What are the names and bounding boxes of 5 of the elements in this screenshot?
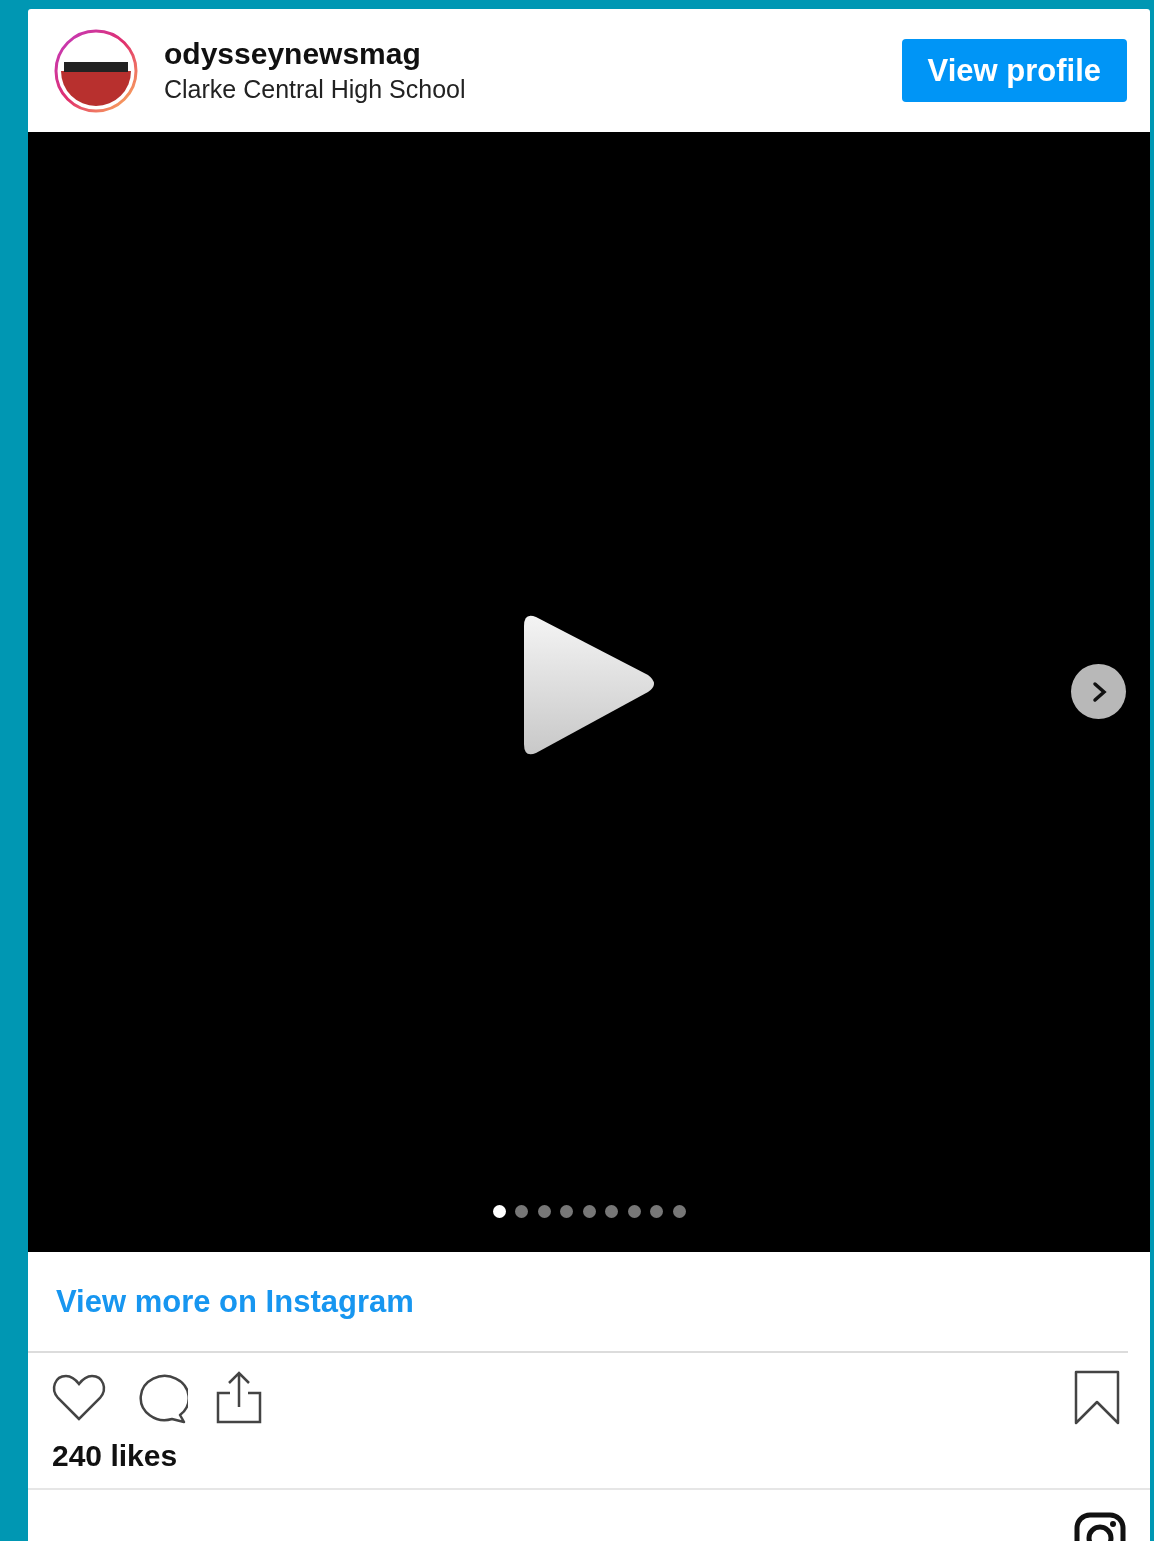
likes-count: 240 likes (28, 1427, 1150, 1490)
username[interactable]: odysseynewsmag (164, 37, 876, 71)
avatar[interactable] (54, 28, 138, 113)
location[interactable]: Clarke Central High School (164, 75, 876, 104)
next-button[interactable] (1071, 664, 1126, 719)
